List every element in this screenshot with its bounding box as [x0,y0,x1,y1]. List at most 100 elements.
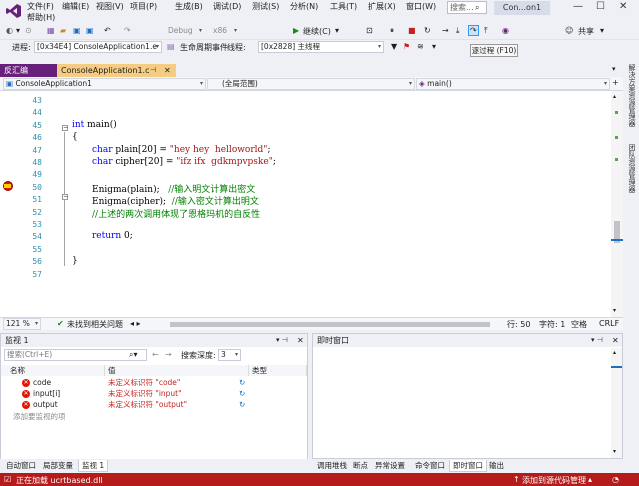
horizontal-scrollbar[interactable] [170,322,490,327]
watch-close-icon[interactable]: ✕ [297,334,304,347]
filter-icon[interactable]: ▼ [391,42,397,51]
undo-icon[interactable]: ↶ [104,26,111,35]
issues-nav-icon[interactable]: ◂ ▸ [130,319,141,328]
tab-locals[interactable]: 局部变量 [40,460,76,472]
code-editor[interactable]: − − ▴ ▾ 43 44 45 int main() 46 {47 char plain[… [0,91,623,317]
config-dropdown[interactable]: Debug ▾ [165,25,205,37]
menu-window[interactable]: 窗口(W) [406,1,436,12]
tab-consoleapplication1-c[interactable]: ConsoleApplication1.c [57,64,176,77]
code-line[interactable]: { [72,132,78,142]
split-icon[interactable]: + [612,78,619,87]
search-input[interactable]: 搜索... [447,1,487,14]
tab-autos[interactable]: 自动窗口 [3,460,39,472]
navigate-back-icon[interactable]: ▾ [16,26,20,35]
tab-command-window[interactable]: 命令窗口 [412,460,448,472]
watch-menu-icon[interactable]: ▾ ⊣ [276,334,288,347]
watch-search-icon[interactable]: ⌕▾ [129,350,138,360]
break-all-icon[interactable]: ⏸ [390,26,394,36]
continue-button[interactable]: 继续(C) [303,26,331,37]
tab-breakpoints[interactable]: 断点 [350,460,371,472]
menu-view[interactable]: 视图(V) [96,1,124,12]
code-line[interactable]: } [72,256,78,266]
flag-icon[interactable]: ⚑ [403,42,410,51]
step-over-icon[interactable]: ↷ [468,25,479,36]
column-name-header[interactable]: 名称 [1,365,105,376]
tab-output[interactable]: 输出 [486,460,507,472]
watch-row[interactable]: ✕ code 未定义标识符 "code" ↻ [1,378,307,388]
stop-icon[interactable]: ■ [408,26,416,35]
issues-status[interactable]: 未找到相关问题 [67,319,123,330]
search-forward-icon[interactable]: → [165,350,172,359]
minimize-icon[interactable]: — [573,1,583,12]
watch-name[interactable]: input[i] [33,389,60,399]
watch-search-input[interactable]: 搜索(Ctrl+E) [4,349,147,361]
menu-tools[interactable]: 工具(T) [330,1,357,12]
watch-name[interactable]: output [33,400,58,410]
scroll-up-icon[interactable]: ▴ [613,93,616,100]
tab-immediate-window[interactable]: 即时窗口 [449,460,487,472]
immediate-scrollbar[interactable]: ▴ ▾ [611,348,622,458]
search-back-icon[interactable]: ← [152,350,159,359]
tab-watch1[interactable]: 监视 1 [78,460,109,472]
project-dropdown[interactable]: ▣ ConsoleApplication1 ▾ [3,78,206,90]
menu-file[interactable]: 文件(F) [27,1,54,12]
continue-icon[interactable]: ▶ [293,26,299,35]
add-source-control-button[interactable]: 添加到源代码管理 [522,475,586,486]
code-line[interactable]: int main() [72,120,117,130]
close-icon[interactable]: ✕ [619,1,627,12]
watch-row[interactable]: ✕ input[i] 未定义标识符 "input" ↻ [1,389,307,399]
refresh-icon[interactable]: ↻ [239,378,245,388]
immediate-close-icon[interactable]: ✕ [612,334,619,347]
tab-close-icon[interactable]: ✕ [164,66,171,75]
share-dropdown-icon[interactable]: ▾ [600,26,604,35]
menu-analyze[interactable]: 分析(N) [290,1,318,12]
stack-frame-icon[interactable]: ≋ [417,42,424,51]
thread-dropdown[interactable]: [0x2828] 主线程 ▾ [258,41,384,53]
tab-overflow-icon[interactable]: ▾ [612,65,616,73]
add-watch-item[interactable]: 添加要监视的项 [13,412,319,422]
column-type-header[interactable]: 类型 [249,365,307,376]
zoom-dropdown[interactable]: 121 % ▾ [3,318,41,330]
refresh-icon[interactable]: ↻ [239,400,245,410]
code-line[interactable]: Enigma(plain); //输入明文计算出密文 [92,182,255,195]
step-out-icon[interactable]: ⤒ [484,26,488,36]
new-project-icon[interactable]: ▦ [47,26,55,35]
open-icon[interactable]: ▰ [60,26,66,35]
immediate-menu-icon[interactable]: ▾ ⊣ [591,334,603,347]
solution-explorer-tab[interactable]: 解决方案资源管理器 [626,64,636,127]
code-line[interactable]: return 0; [92,231,133,241]
watch-row[interactable]: ✕ output 未定义标识符 "output" ↻ [1,400,307,410]
collapse-main-icon[interactable]: − [62,125,68,131]
imm-scroll-down-icon[interactable]: ▾ [613,448,616,455]
refresh-icon[interactable]: ↻ [239,389,245,399]
code-line[interactable]: char plain[20] = "hey hey helloworld"; [92,145,270,155]
tab-call-stack[interactable]: 调用堆栈 [314,460,350,472]
save-icon[interactable]: ▣ [73,26,81,35]
menu-build[interactable]: 生成(B) [175,1,203,12]
scroll-down-icon[interactable]: ▾ [613,307,616,314]
menu-debug[interactable]: 调试(D) [213,1,241,12]
lifecycle-icon[interactable]: ▤ [167,42,175,51]
stack-dropdown-icon[interactable]: ▾ [432,42,436,51]
source-control-up-icon[interactable]: ↑ [513,475,520,484]
share-button[interactable]: 共享 [578,26,594,37]
restart-icon[interactable]: ↻ [424,26,431,35]
lifecycle-events[interactable]: 生命周期事件 [180,42,228,53]
menu-project[interactable]: 项目(P) [130,1,157,12]
share-icon[interactable]: ☺ [565,26,573,35]
depth-dropdown[interactable]: 3 ▾ [218,349,241,361]
search-icon[interactable]: ⌕ [475,3,479,13]
scope-dropdown[interactable]: (全局范围) ▾ [207,78,415,90]
process-dropdown[interactable]: [0x34E4] ConsoleApplication1.e ▾ [34,41,162,53]
team-explorer-tab[interactable]: 团队资源管理器 [626,144,636,193]
function-dropdown[interactable]: ◈ main() ▾ [416,78,610,90]
step-into-icon[interactable]: ⤓ [456,26,460,36]
redo-icon[interactable]: ↷ [124,26,131,35]
code-line[interactable]: //上述的两次调用体现了恩格玛机的自反性 [92,207,260,220]
platform-dropdown[interactable]: x86 ▾ [210,25,240,37]
immediate-window[interactable]: 即时窗口 ▾ ⊣ ✕ ▴ ▾ [312,333,623,459]
menu-test[interactable]: 测试(S) [252,1,279,12]
column-value-header[interactable]: 值 [105,365,249,376]
watch-name[interactable]: code [33,378,51,388]
show-next-statement-icon[interactable]: → [442,26,449,35]
